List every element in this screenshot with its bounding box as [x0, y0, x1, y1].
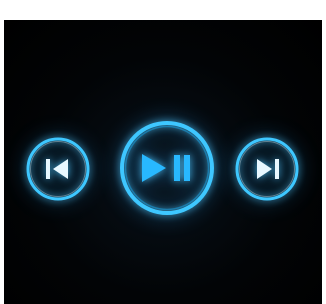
next-button[interactable] — [233, 135, 301, 203]
device-frame — [0, 0, 326, 304]
play-pause-icon — [120, 121, 214, 215]
skip-next-icon — [235, 137, 299, 201]
previous-button[interactable] — [24, 135, 92, 203]
play-pause-button[interactable] — [117, 118, 217, 218]
media-controls — [4, 20, 322, 304]
skip-previous-icon — [26, 137, 90, 201]
player-screen — [4, 20, 322, 304]
